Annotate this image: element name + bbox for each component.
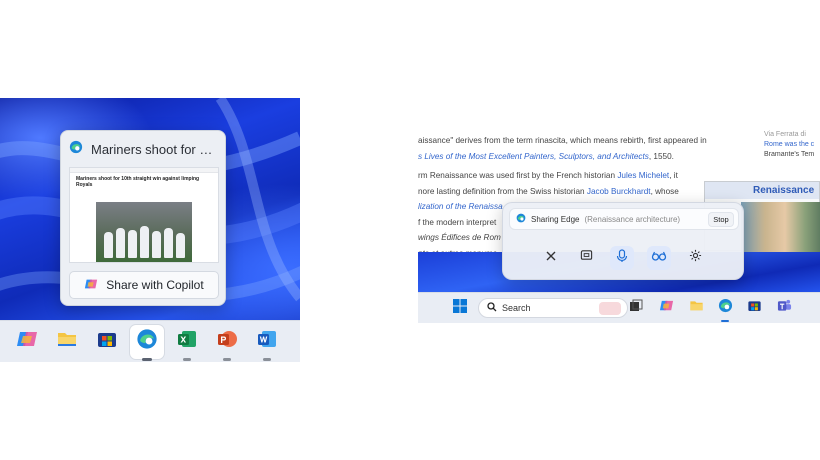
infobox-title: Renaissance: [705, 182, 819, 199]
running-indicator: [263, 357, 271, 361]
screen-share-button[interactable]: [574, 246, 598, 270]
taskbar-search-box[interactable]: Search: [478, 298, 628, 318]
excel-icon: [176, 328, 198, 355]
article-link[interactable]: s Lives of the Most Excellent Painters, …: [418, 152, 649, 161]
close-icon: [545, 249, 557, 267]
taskbar-window-preview[interactable]: Mariners shoot for 10t... Mariners shoot…: [60, 130, 226, 306]
search-icon: [487, 302, 497, 314]
running-indicator: [142, 357, 152, 361]
taskbar-file-explorer[interactable]: [50, 325, 84, 359]
preview-window-title: Mariners shoot for 10t...: [91, 142, 217, 157]
glasses-icon: [651, 249, 667, 267]
left-desktop-view: Mariners shoot for 10t... Mariners shoot…: [0, 98, 300, 362]
taskbar-task-view[interactable]: [628, 299, 644, 318]
taskbar-word[interactable]: [250, 325, 284, 361]
taskbar: Search: [418, 292, 820, 323]
search-highlight-badge: [599, 302, 621, 315]
microsoft-store-icon: [747, 298, 762, 318]
running-indicator: [223, 357, 231, 361]
close-button[interactable]: [539, 246, 563, 270]
article-line: rm Renaissance was used first by the Fre…: [418, 171, 678, 180]
edge-icon: [718, 298, 733, 318]
infobox-painting-image: [741, 202, 820, 252]
side-line: Bramante's Tem: [764, 151, 815, 158]
taskbar-copilot[interactable]: [658, 300, 674, 316]
preview-thumbnail[interactable]: Mariners shoot for 10th straight win aga…: [69, 167, 219, 263]
sharing-status-bar: Sharing Edge (Renaissance architecture) …: [509, 208, 739, 230]
microphone-button[interactable]: [610, 246, 634, 270]
powerpoint-icon: [216, 328, 238, 355]
taskbar-microsoft-store[interactable]: [90, 325, 124, 359]
article-link[interactable]: Jacob Burckhardt: [587, 187, 651, 196]
article-line: aissance" derives from the term rinascit…: [418, 136, 707, 145]
share-with-copilot-button[interactable]: Share with Copilot: [69, 271, 219, 299]
taskbar: [0, 320, 300, 362]
start-button[interactable]: [452, 298, 468, 318]
taskbar-teams[interactable]: [776, 298, 792, 318]
taskbar-edge[interactable]: [130, 324, 164, 361]
copilot-icon: [659, 298, 674, 318]
active-app-indicator: [721, 320, 729, 322]
stop-sharing-button[interactable]: Stop: [708, 212, 734, 227]
article-link[interactable]: Jules Michelet: [617, 171, 669, 180]
taskbar-excel[interactable]: [170, 325, 204, 361]
taskbar-file-explorer[interactable]: [688, 300, 704, 316]
thumbnail-photo: [96, 202, 192, 262]
article-line: s Lives of the Most Excellent Painters, …: [418, 151, 674, 161]
side-link[interactable]: Rome was the c: [764, 140, 820, 150]
edge-icon: [516, 213, 526, 225]
thumbnail-headline: Mariners shoot for 10th straight win aga…: [76, 176, 200, 188]
teams-icon: [777, 298, 792, 318]
right-sharing-view: aissance" derives from the term rinascit…: [418, 130, 820, 323]
side-line: Via Ferrata di: [764, 131, 806, 138]
task-view-icon: [629, 299, 643, 318]
copilot-vision-sharing-panel: Sharing Edge (Renaissance architecture) …: [502, 202, 744, 280]
file-explorer-icon: [689, 298, 704, 318]
settings-icon: [689, 249, 702, 267]
copilot-icon: [16, 328, 38, 355]
edge-icon: [69, 140, 83, 159]
share-with-copilot-label: Share with Copilot: [106, 278, 204, 292]
copilot-icon: [84, 277, 98, 294]
edge-icon: [136, 328, 158, 355]
sharing-sublabel: (Renaissance architecture): [584, 214, 681, 224]
windows-logo-icon: [453, 298, 467, 318]
sharing-label: Sharing Edge: [531, 214, 580, 224]
taskbar-powerpoint[interactable]: [210, 325, 244, 361]
article-line: nore lasting definition from the Swiss h…: [418, 186, 679, 196]
taskbar-copilot[interactable]: [10, 325, 44, 359]
search-label: Search: [502, 303, 531, 313]
sharing-controls: [503, 241, 745, 275]
taskbar-edge[interactable]: [717, 298, 733, 318]
taskbar-microsoft-store[interactable]: [746, 300, 762, 316]
settings-button[interactable]: [683, 246, 707, 270]
vision-glasses-button[interactable]: [647, 246, 671, 270]
screen-share-icon: [580, 249, 593, 267]
microphone-icon: [616, 248, 628, 268]
composite-screenshot: Mariners shoot for 10t... Mariners shoot…: [0, 0, 820, 460]
microsoft-store-icon: [96, 328, 118, 355]
running-indicator: [183, 357, 191, 361]
file-explorer-icon: [56, 328, 78, 355]
side-column-text: Via Ferrata di Rome was the c Bramante's…: [764, 130, 820, 170]
word-icon: [256, 328, 278, 355]
